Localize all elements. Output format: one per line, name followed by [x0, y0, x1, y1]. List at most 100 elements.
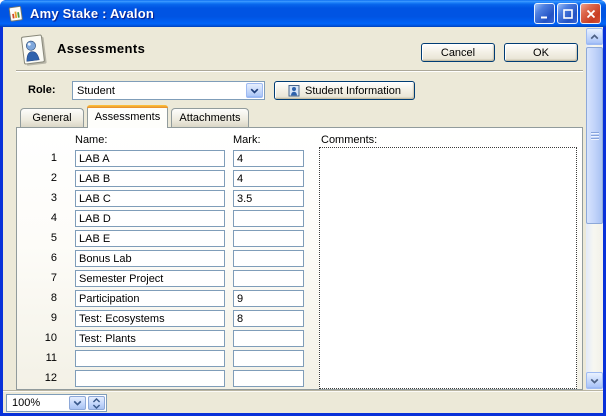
minimize-button[interactable]	[534, 3, 555, 24]
close-icon	[585, 8, 597, 20]
close-button[interactable]	[580, 3, 601, 24]
assessment-row: 2	[17, 170, 317, 187]
mark-input[interactable]	[233, 330, 304, 347]
header-divider	[16, 70, 583, 72]
assessment-row: 9	[17, 310, 317, 327]
row-number: 11	[23, 350, 57, 367]
maximize-button[interactable]	[557, 3, 578, 24]
ok-button[interactable]: OK	[504, 43, 578, 62]
scrollbar-thumb-grip-icon	[591, 132, 599, 140]
cancel-button-label: Cancel	[441, 47, 475, 59]
assessments-tab-panel: Name: Mark: Comments: 1 2 3 4	[16, 127, 583, 390]
mark-input[interactable]	[233, 370, 304, 387]
mark-input[interactable]	[233, 190, 304, 207]
zoom-dropdown-button[interactable]	[69, 396, 86, 410]
tab-assessments-label: Assessments	[95, 111, 160, 123]
name-input[interactable]	[75, 210, 225, 227]
mark-input[interactable]	[233, 290, 304, 307]
mark-input[interactable]	[233, 270, 304, 287]
assessment-row: 7	[17, 270, 317, 287]
tab-general-label: General	[32, 112, 71, 124]
assessment-row: 10	[17, 330, 317, 347]
assessment-row: 11	[17, 350, 317, 367]
row-number: 10	[23, 330, 57, 347]
mark-input[interactable]	[233, 170, 304, 187]
assessment-row: 4	[17, 210, 317, 227]
window-controls	[534, 3, 601, 24]
assessment-row: 5	[17, 230, 317, 247]
comments-header: Comments:	[321, 134, 377, 146]
tab-attachments[interactable]: Attachments	[171, 108, 249, 127]
cancel-button[interactable]: Cancel	[421, 43, 495, 62]
person-icon	[288, 84, 301, 97]
assessment-row: 8	[17, 290, 317, 307]
chart-document-icon	[7, 5, 25, 23]
scrollbar-track[interactable]	[586, 45, 603, 372]
dialog-body: Assessments Cancel OK Role: Student Stud…	[3, 27, 603, 413]
row-number: 3	[23, 190, 57, 207]
row-number: 2	[23, 170, 57, 187]
mark-input[interactable]	[233, 210, 304, 227]
role-label: Role:	[28, 84, 56, 96]
name-input[interactable]	[75, 150, 225, 167]
titlebar[interactable]: Amy Stake : Avalon	[0, 0, 606, 27]
scroll-down-button[interactable]	[586, 372, 603, 389]
row-number: 7	[23, 270, 57, 287]
assessment-row: 3	[17, 190, 317, 207]
dialog-window: Amy Stake : Avalon Assessments Cance	[0, 0, 606, 416]
row-number: 5	[23, 230, 57, 247]
assessment-row: 12	[17, 370, 317, 387]
name-input[interactable]	[75, 330, 225, 347]
maximize-icon	[562, 8, 574, 20]
name-column-header: Name:	[75, 134, 107, 146]
comments-input[interactable]	[319, 147, 577, 389]
row-number: 12	[23, 370, 57, 387]
mark-input[interactable]	[233, 230, 304, 247]
chevron-down-icon	[590, 378, 599, 384]
statusbar: 100%	[3, 390, 603, 413]
combo-arrow-button[interactable]	[246, 83, 263, 98]
up-down-arrows-icon	[92, 398, 101, 409]
student-information-button[interactable]: Student Information	[274, 81, 415, 100]
scrollbar-thumb[interactable]	[586, 47, 603, 224]
name-input[interactable]	[75, 310, 225, 327]
role-select[interactable]: Student	[72, 81, 265, 100]
row-number: 8	[23, 290, 57, 307]
name-input[interactable]	[75, 190, 225, 207]
name-input[interactable]	[75, 350, 225, 367]
role-selected-value: Student	[73, 85, 245, 97]
zoom-spinner-button[interactable]	[88, 396, 105, 410]
tab-assessments[interactable]: Assessments	[87, 105, 168, 128]
name-input[interactable]	[75, 250, 225, 267]
mark-input[interactable]	[233, 310, 304, 327]
mark-column-header: Mark:	[233, 134, 261, 146]
name-input[interactable]	[75, 290, 225, 307]
row-number: 9	[23, 310, 57, 327]
ok-button-label: OK	[533, 47, 549, 59]
person-card-icon	[16, 32, 50, 68]
vertical-scrollbar[interactable]	[586, 28, 603, 390]
tab-general[interactable]: General	[20, 108, 84, 127]
active-tab-stripe	[87, 105, 168, 108]
row-number: 1	[23, 150, 57, 167]
minimize-icon	[539, 8, 551, 20]
name-input[interactable]	[75, 370, 225, 387]
name-input[interactable]	[75, 230, 225, 247]
mark-input[interactable]	[233, 150, 304, 167]
row-number: 4	[23, 210, 57, 227]
name-input[interactable]	[75, 270, 225, 287]
assessment-row: 1	[17, 150, 317, 167]
name-input[interactable]	[75, 170, 225, 187]
chevron-down-icon	[250, 88, 259, 94]
mark-input[interactable]	[233, 350, 304, 367]
row-number: 6	[23, 250, 57, 267]
chevron-down-icon	[73, 400, 82, 406]
page-title: Assessments	[57, 41, 145, 56]
zoom-control[interactable]: 100%	[6, 394, 107, 412]
tab-attachments-label: Attachments	[179, 112, 240, 124]
scroll-up-button[interactable]	[586, 28, 603, 45]
mark-input[interactable]	[233, 250, 304, 267]
zoom-value: 100%	[7, 395, 68, 411]
window-title: Amy Stake : Avalon	[30, 6, 154, 21]
student-information-label: Student Information	[305, 85, 401, 97]
